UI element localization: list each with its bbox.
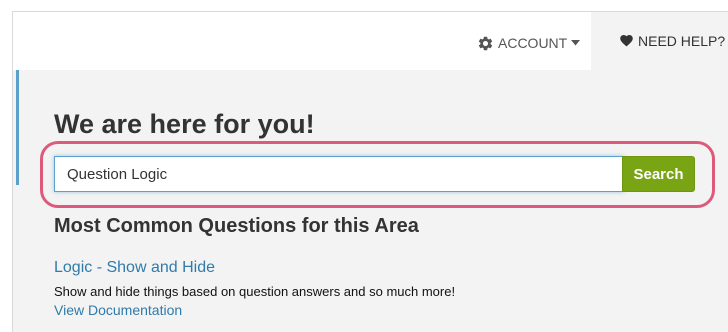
gear-icon <box>477 35 494 52</box>
account-label: ACCOUNT <box>498 35 568 51</box>
panel-accent-bar <box>16 70 19 185</box>
article-title-link[interactable]: Logic - Show and Hide <box>54 259 215 277</box>
search-button[interactable]: Search <box>622 156 695 192</box>
common-questions-title: Most Common Questions for this Area <box>54 215 419 237</box>
account-menu[interactable]: ACCOUNT <box>477 33 581 53</box>
view-documentation-link[interactable]: View Documentation <box>54 302 182 318</box>
need-help-tab[interactable]: NEED HELP? <box>591 12 728 70</box>
help-search-input[interactable] <box>54 156 624 192</box>
top-navigation-bar: ACCOUNT NEED HELP? <box>13 12 728 70</box>
help-panel-heading: We are here for you! <box>54 109 315 139</box>
article-description: Show and hide things based on question a… <box>54 284 456 299</box>
caret-down-icon <box>571 40 581 46</box>
heart-icon <box>619 33 634 50</box>
need-help-label: NEED HELP? <box>638 33 726 49</box>
